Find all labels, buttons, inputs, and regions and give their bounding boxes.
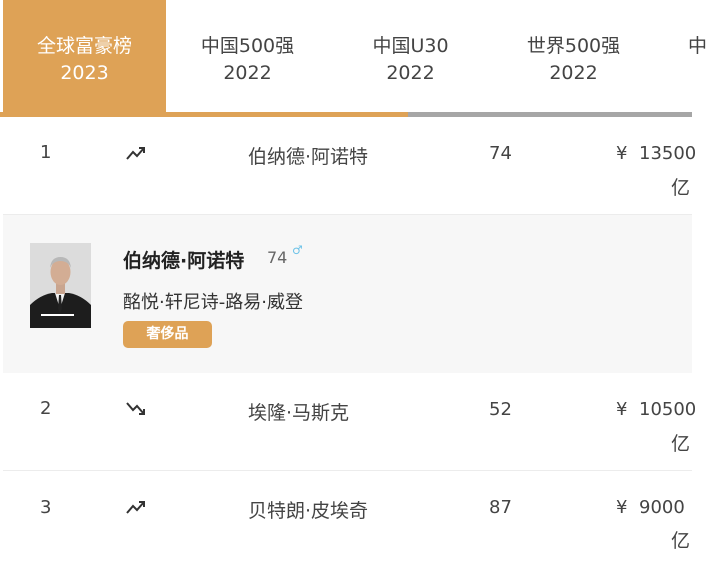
tab-title: 全球富豪榜 — [36, 35, 132, 57]
tab-china-500-2022[interactable]: 中国500强 2022 — [166, 0, 329, 113]
currency-symbol: ¥ — [616, 143, 628, 164]
ranking-row-2[interactable]: 2 埃隆·马斯克 52 ¥ 10500 亿 — [3, 373, 696, 470]
person-name: 埃隆·马斯克 — [248, 402, 350, 424]
detail-company: 酩悦·轩尼诗-路易·威登 — [123, 292, 303, 313]
net-worth-unit: 亿 — [671, 530, 691, 552]
tab-year: 2022 — [223, 62, 272, 84]
person-detail-card[interactable]: 伯纳德·阿诺特 74 ♂ 酩悦·轩尼诗-路易·威登 奢侈品 — [3, 214, 692, 373]
tab-year: 2022 — [386, 62, 435, 84]
person-name: 贝特朗·皮埃奇 — [248, 500, 369, 522]
tab-title: 中国500强 — [200, 35, 295, 57]
ranking-row-3[interactable]: 3 贝特朗·皮埃奇 87 ¥ 9000 亿 — [3, 471, 692, 571]
detail-person-name: 伯纳德·阿诺特 — [123, 250, 245, 272]
detail-person-age: 74 — [267, 248, 288, 267]
rank-number: 1 — [40, 142, 52, 163]
tab-title: 世界500强 — [526, 35, 621, 57]
tab-china-u30-2022[interactable]: 中国U30 2022 — [329, 0, 492, 113]
ranking-row-1[interactable]: 1 伯纳德·阿诺特 74 ¥ 13500 亿 — [3, 117, 696, 214]
tab-year: 2023 — [60, 62, 109, 84]
net-worth-unit: 亿 — [671, 177, 691, 199]
person-age: 74 — [489, 143, 512, 164]
ranking-tabs: 全球富豪榜 2023 中国500强 2022 中国U30 2022 世界500强… — [0, 0, 706, 113]
net-worth-unit: 亿 — [671, 433, 691, 455]
person-name: 伯纳德·阿诺特 — [248, 146, 369, 168]
tab-partial[interactable]: 中 — [655, 0, 706, 113]
tab-global-rich-list-2023[interactable]: 全球富豪榜 2023 — [3, 0, 166, 113]
male-icon: ♂ — [292, 243, 303, 257]
rank-number: 3 — [40, 497, 52, 518]
currency-symbol: ¥ — [616, 399, 628, 420]
net-worth-value: 10500 — [639, 399, 697, 420]
industry-tag[interactable]: 奢侈品 — [123, 321, 212, 348]
trend-down-icon — [126, 402, 145, 415]
tab-title: 中国U30 — [372, 35, 449, 57]
net-worth-value: 13500 — [639, 143, 697, 164]
tab-world-500-2022[interactable]: 世界500强 2022 — [492, 0, 655, 113]
person-age: 87 — [489, 497, 512, 518]
net-worth-value: 9000 — [639, 497, 685, 518]
currency-symbol: ¥ — [616, 497, 628, 518]
tab-year: 2022 — [549, 62, 598, 84]
trend-up-icon — [126, 501, 145, 514]
person-photo — [30, 243, 91, 328]
tab-title: 中 — [688, 35, 706, 57]
trend-up-icon — [126, 147, 145, 160]
person-age: 52 — [489, 399, 512, 420]
rank-number: 2 — [40, 398, 52, 419]
